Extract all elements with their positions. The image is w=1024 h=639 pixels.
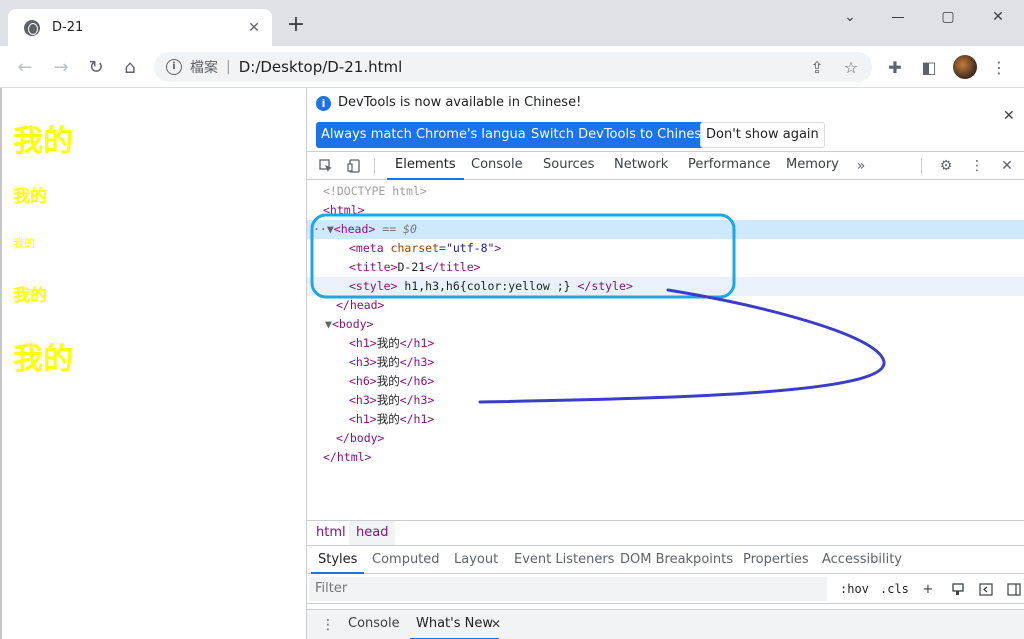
dom-node-title[interactable]: <title>D-21</title> — [307, 258, 1024, 277]
chip-separator: | — [226, 59, 231, 75]
dom-node-h3[interactable]: <h3>我的</h3> — [307, 391, 1024, 410]
toolbar-divider — [374, 158, 375, 174]
device-toolbar-icon[interactable] — [345, 157, 363, 175]
tab-performance[interactable]: Performance — [688, 152, 770, 180]
share-icon[interactable]: ⇪ — [806, 56, 828, 78]
color-format-icon[interactable] — [949, 580, 967, 598]
drawer-tab-console[interactable]: Console — [348, 610, 400, 639]
devtools-close-icon[interactable]: ✕ — [998, 157, 1016, 175]
devtools-infobar: i DevTools is now available in Chinese! … — [307, 88, 1024, 152]
page-heading-h1: 我的 — [13, 124, 73, 159]
page-heading-h1: 我的 — [13, 342, 73, 377]
infobar-close-icon[interactable]: ✕ — [1003, 108, 1015, 124]
tab-network[interactable]: Network — [614, 152, 668, 180]
back-button[interactable]: ← — [12, 54, 38, 80]
drawer-menu-icon[interactable]: ⋮ — [321, 617, 335, 633]
toggle-sidebar-icon[interactable] — [977, 580, 995, 598]
tab-properties[interactable]: Properties — [743, 546, 809, 574]
dom-node-h6[interactable]: <h6>我的</h6> — [307, 372, 1024, 391]
settings-gear-icon[interactable]: ⚙ — [937, 157, 955, 175]
page-heading-h6: 我的 — [13, 237, 35, 250]
browser-tab[interactable]: D-21 ✕ — [8, 9, 272, 46]
breadcrumb-html[interactable]: html — [309, 521, 353, 545]
minimize-button[interactable] — [874, 0, 922, 34]
more-tabs-icon[interactable]: » — [852, 157, 870, 175]
infobar-message: DevTools is now available in Chinese! — [338, 95, 582, 110]
dom-node-h3[interactable]: <h3>我的</h3> — [307, 353, 1024, 372]
tab-event-listeners[interactable]: Event Listeners — [514, 546, 614, 574]
file-chip: 檔案 — [190, 60, 218, 76]
dom-node-html-close[interactable]: </html> — [307, 448, 1024, 467]
tab-computed[interactable]: Computed — [372, 546, 440, 574]
tab-sources[interactable]: Sources — [543, 152, 594, 180]
styles-subtabs: Styles Computed Layout Event Listeners D… — [307, 545, 1024, 574]
page-viewport: 我的 我的 我的 我的 我的 — [0, 88, 306, 639]
tab-close-icon[interactable]: ✕ — [246, 20, 262, 36]
cls-toggle[interactable]: .cls — [880, 582, 909, 596]
breadcrumb: html head — [307, 520, 1024, 545]
address-bar[interactable]: i 檔案 | D:/Desktop/D-21.html — [154, 52, 872, 82]
dom-node-body-close[interactable]: </body> — [307, 429, 1024, 448]
dom-node-style[interactable]: <style> h1,h3,h6{color:yellow ;} </style… — [307, 277, 1024, 296]
extensions-icon[interactable]: ✚ — [884, 56, 906, 78]
dom-node-body[interactable]: ▼<body> — [307, 315, 1024, 334]
reload-button[interactable]: ↻ — [83, 54, 109, 80]
restore-button[interactable]: ▢ — [924, 0, 972, 34]
drawer-tab-whats-new[interactable]: What's New — [410, 610, 499, 639]
dom-node-h1[interactable]: <h1>我的</h1> — [307, 334, 1024, 353]
window-close-button[interactable]: ✕ — [974, 0, 1022, 34]
devtools-tabbar: Elements Console Sources Network Perform… — [307, 152, 1024, 180]
dom-node-h1[interactable]: <h1>我的</h1> — [307, 410, 1024, 429]
home-button[interactable]: ⌂ — [117, 54, 143, 80]
profile-avatar[interactable] — [953, 55, 977, 79]
tab-search-icon[interactable]: ⌄ — [826, 0, 874, 34]
switch-to-chinese-button[interactable]: Switch DevTools to Chinese — [526, 122, 715, 148]
tab-styles[interactable]: Styles — [311, 546, 365, 574]
new-tab-button[interactable]: + — [284, 14, 308, 38]
tab-console[interactable]: Console — [471, 152, 523, 180]
side-panel-icon[interactable]: ◧ — [918, 56, 940, 78]
page-heading-h3: 我的 — [13, 187, 47, 207]
tab-memory[interactable]: Memory — [786, 152, 839, 180]
tab-layout[interactable]: Layout — [454, 546, 498, 574]
always-match-language-button[interactable]: Always match Chrome's language — [316, 122, 547, 148]
inspect-element-icon[interactable] — [317, 157, 335, 175]
tab-accessibility[interactable]: Accessibility — [822, 546, 902, 574]
chrome-menu-icon[interactable]: ⋮ — [988, 56, 1010, 78]
forward-button[interactable]: → — [48, 54, 74, 80]
tab-strip: D-21 ✕ + ⌄ ▢ ✕ — [0, 0, 1024, 46]
dom-node-html[interactable]: <html> — [307, 201, 1024, 220]
breadcrumb-head[interactable]: head — [349, 521, 396, 545]
styles-filter-input[interactable] — [309, 577, 827, 601]
drawer-tab-close-icon[interactable]: ✕ — [491, 610, 501, 639]
url-text[interactable]: D:/Desktop/D-21.html — [239, 58, 403, 76]
browser-toolbar: ← → ↻ ⌂ i 檔案 | D:/Desktop/D-21.html ⇪ ☆ … — [0, 46, 1024, 88]
dom-node-meta[interactable]: <meta charset="utf-8"> — [307, 239, 1024, 258]
page-heading-h3: 我的 — [13, 286, 47, 306]
hov-toggle[interactable]: :hov — [840, 582, 869, 596]
toolbar-divider — [921, 158, 922, 174]
computed-sidebar-icon[interactable] — [1005, 580, 1023, 598]
tab-title: D-21 — [52, 20, 84, 35]
devtools-panel: i DevTools is now available in Chinese! … — [306, 88, 1024, 639]
info-icon: i — [316, 96, 331, 111]
dom-node-doctype[interactable]: <!DOCTYPE html> — [307, 182, 1024, 201]
bookmark-star-icon[interactable]: ☆ — [840, 56, 862, 78]
devtools-menu-icon[interactable]: ⋮ — [968, 157, 986, 175]
dont-show-again-button[interactable]: Don't show again — [700, 122, 825, 148]
dom-tree: <!DOCTYPE html> <html> ··▼<head> == $0 <… — [307, 180, 1024, 518]
devtools-drawer: ⋮ Console What's New ✕ — [307, 609, 1024, 639]
dom-node-head[interactable]: ··▼<head> == $0 — [307, 220, 1024, 239]
site-info-icon[interactable]: i — [166, 59, 182, 75]
tab-elements[interactable]: Elements — [387, 152, 464, 180]
styles-filter-bar: :hov .cls + — [307, 574, 1024, 604]
dom-node-head-close[interactable]: </head> — [307, 296, 1024, 315]
tab-dom-breakpoints[interactable]: DOM Breakpoints — [620, 546, 733, 574]
new-style-rule-icon[interactable]: + — [919, 580, 937, 598]
globe-icon — [24, 19, 40, 36]
